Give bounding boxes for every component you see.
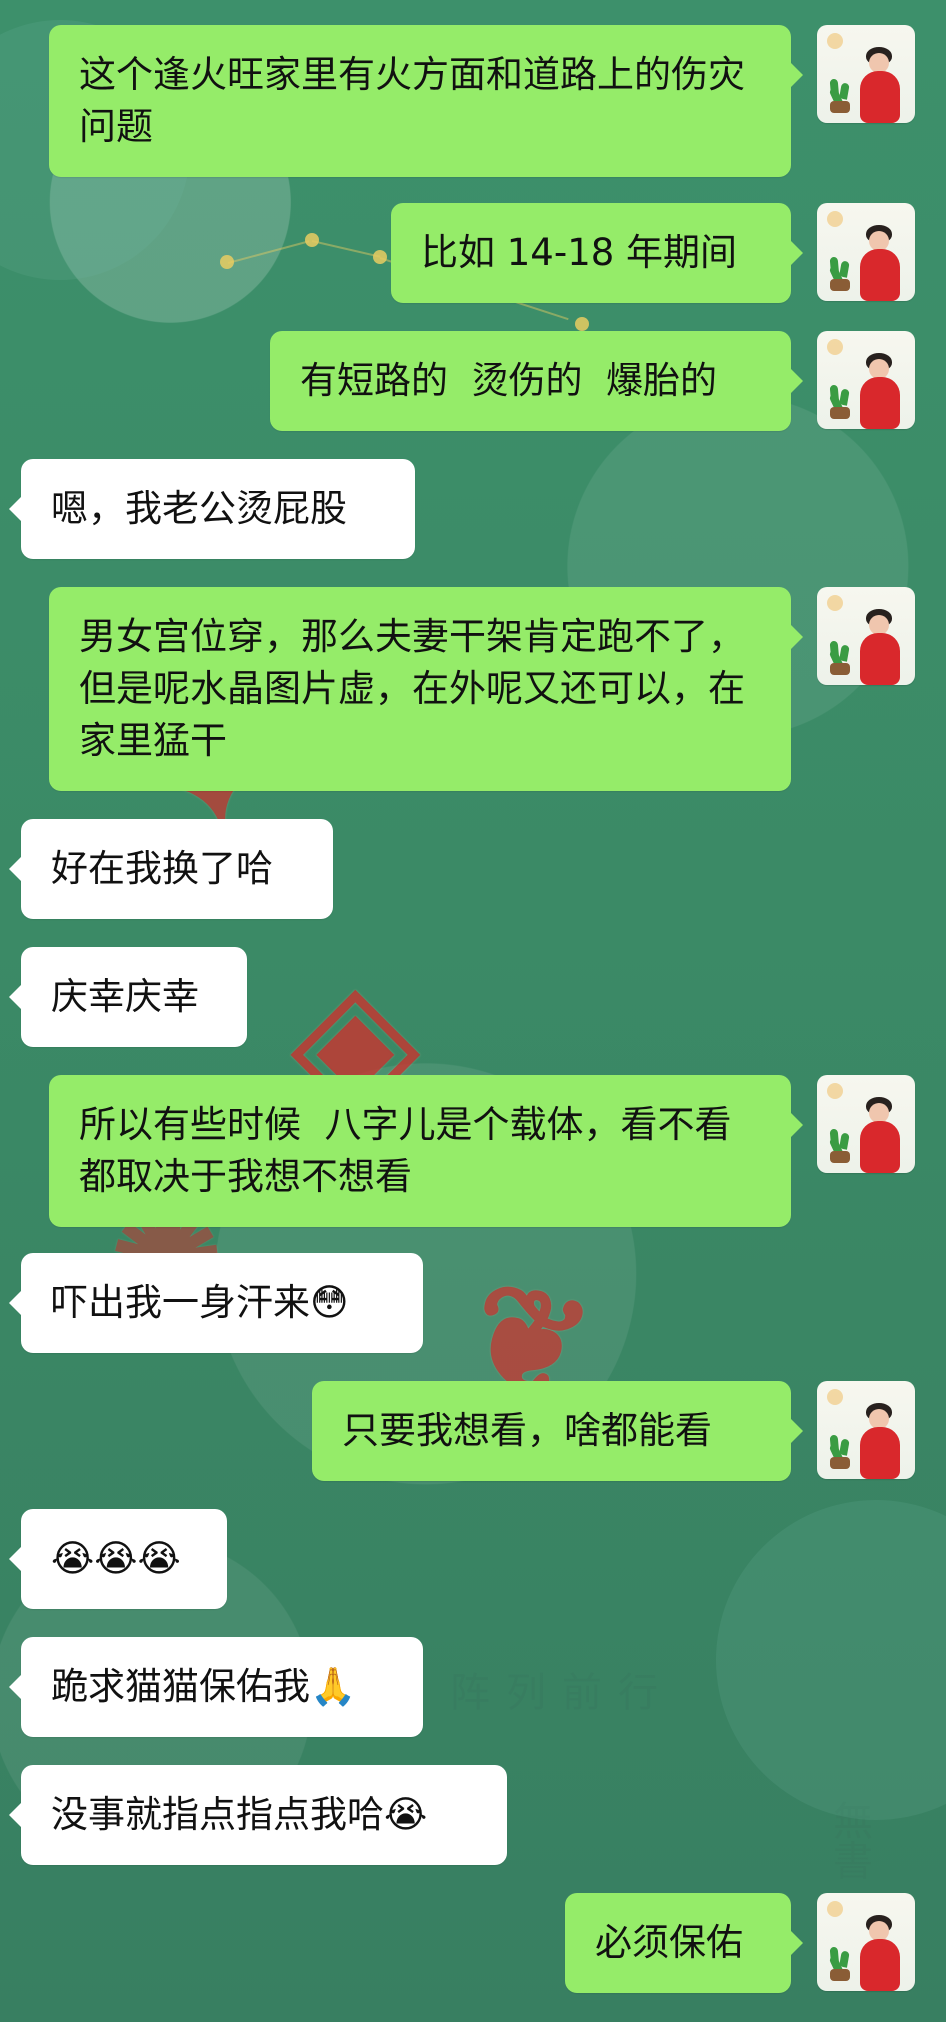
sun-icon xyxy=(827,1901,843,1917)
person-avatar-icon xyxy=(855,1403,905,1479)
avatar[interactable] xyxy=(817,1075,915,1173)
sun-icon xyxy=(827,1389,843,1405)
avatar[interactable] xyxy=(817,331,915,429)
message-bubble-sent[interactable]: 只要我想看，啥都能看 xyxy=(312,1381,803,1481)
avatar[interactable] xyxy=(817,25,915,123)
message-bubble-received[interactable]: 庆幸庆幸 xyxy=(9,947,247,1047)
sun-icon xyxy=(827,1083,843,1099)
message-bubble-sent[interactable]: 男女宫位穿，那么夫妻干架肯定跑不了，但是呢水晶图片虚，在外呢又还可以，在家里猛干 xyxy=(49,587,803,791)
sun-icon xyxy=(827,211,843,227)
message-bubble-received[interactable]: 跪求猫猫保佑我🙏 xyxy=(9,1637,423,1737)
person-avatar-icon xyxy=(855,47,905,123)
person-avatar-icon xyxy=(855,1915,905,1991)
message-bubble-received[interactable]: 😭😭😭 xyxy=(9,1509,227,1609)
plant-icon xyxy=(827,373,855,419)
message-bubble-sent[interactable]: 必须保佑 xyxy=(565,1893,803,1993)
message-bubble-received[interactable]: 嗯，我老公烫屁股 xyxy=(9,459,415,559)
plant-icon xyxy=(827,1117,855,1163)
message-bubble-received[interactable]: 好在我换了哈 xyxy=(9,819,333,919)
plant-icon xyxy=(827,1423,855,1469)
message-bubble-sent[interactable]: 这个逢火旺家里有火方面和道路上的伤灾问题 xyxy=(49,25,803,177)
message-bubble-sent[interactable]: 有短路的 烫伤的 爆胎的 xyxy=(270,331,803,431)
avatar[interactable] xyxy=(817,587,915,685)
message-bubble-received[interactable]: 没事就指点指点我哈😭 xyxy=(9,1765,507,1865)
message-bubble-sent[interactable]: 比如 14-18 年期间 xyxy=(391,203,803,303)
message-bubble-received[interactable]: 吓出我一身汗来😳 xyxy=(9,1253,423,1353)
sun-icon xyxy=(827,33,843,49)
sun-icon xyxy=(827,339,843,355)
person-avatar-icon xyxy=(855,609,905,685)
plant-icon xyxy=(827,67,855,113)
person-avatar-icon xyxy=(855,225,905,301)
chat-thread: 这个逢火旺家里有火方面和道路上的伤灾问题 比如 14-18 年期间 有短路的 烫… xyxy=(0,0,946,2022)
plant-icon xyxy=(827,1935,855,1981)
avatar[interactable] xyxy=(817,1893,915,1991)
sun-icon xyxy=(827,595,843,611)
message-bubble-sent[interactable]: 所以有些时候 八字儿是个载体，看不看都取决于我想不想看 xyxy=(49,1075,803,1227)
avatar[interactable] xyxy=(817,1381,915,1479)
plant-icon xyxy=(827,629,855,675)
avatar[interactable] xyxy=(817,203,915,301)
plant-icon xyxy=(827,245,855,291)
person-avatar-icon xyxy=(855,353,905,429)
person-avatar-icon xyxy=(855,1097,905,1173)
